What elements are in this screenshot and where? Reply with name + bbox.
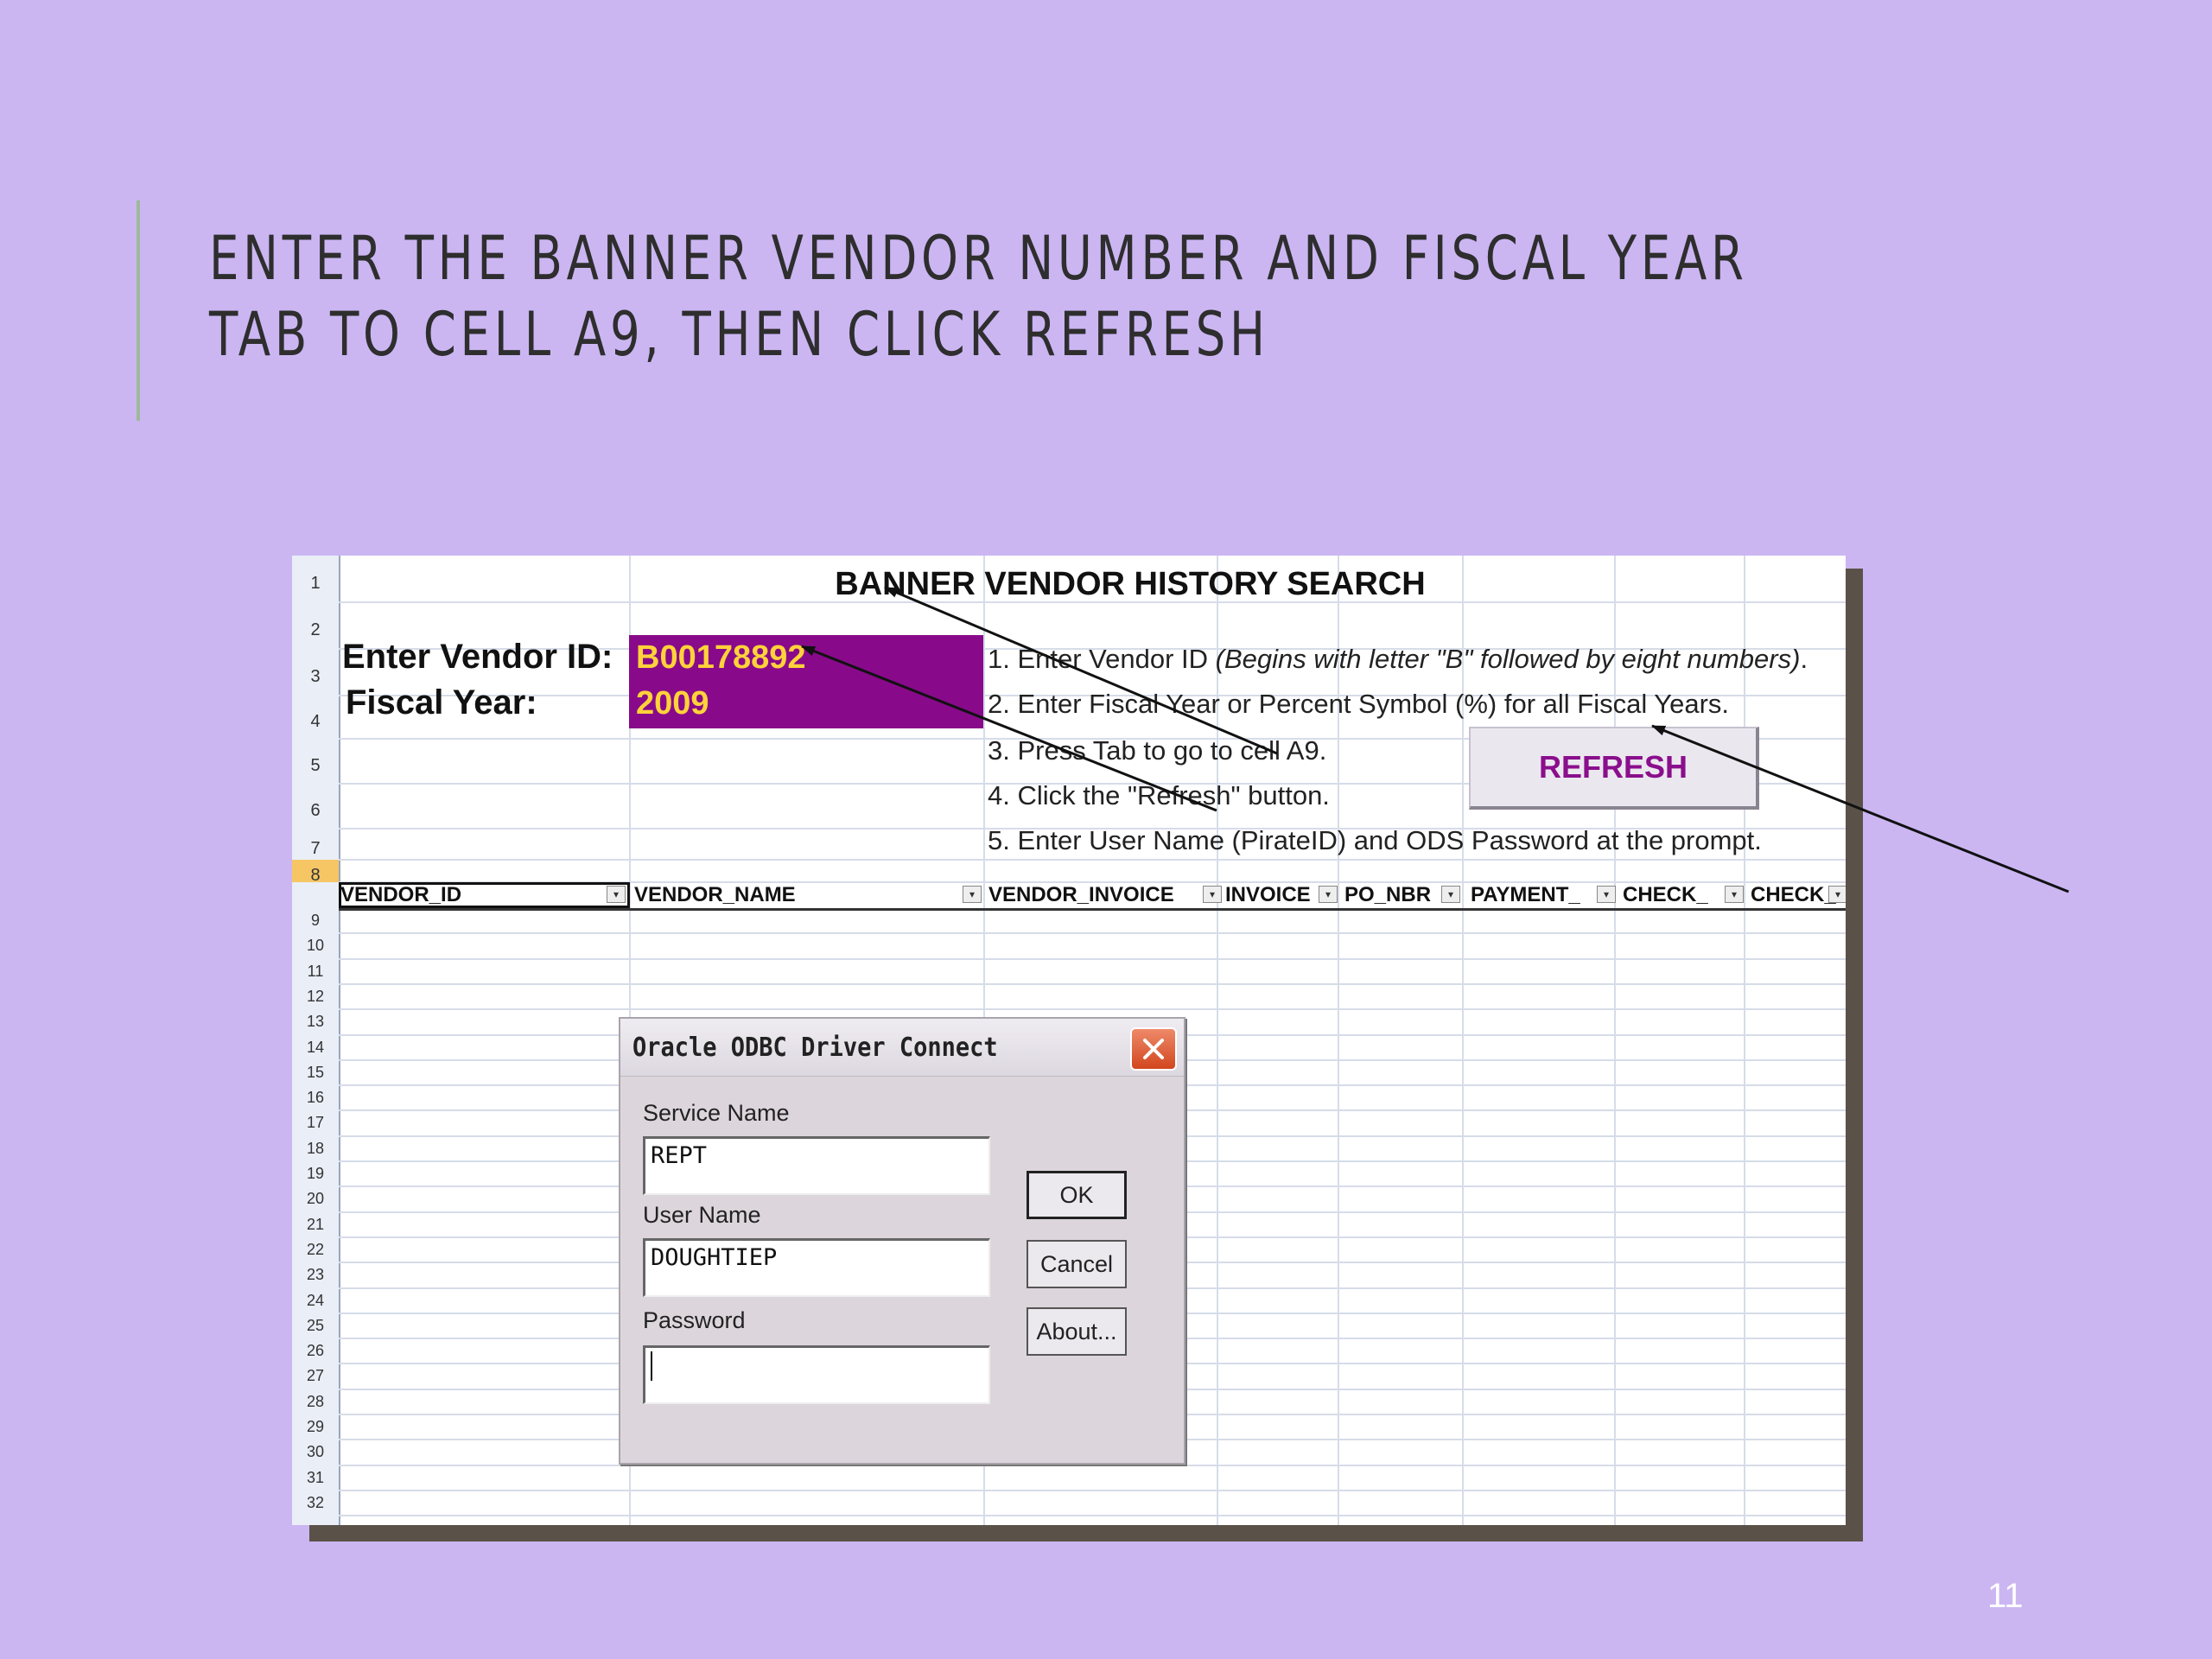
instruction-1-text: 1. Enter Vendor ID bbox=[988, 644, 1209, 674]
close-icon bbox=[1143, 1039, 1164, 1059]
column-header-vendor-name[interactable]: VENDOR_NAME bbox=[634, 882, 945, 908]
slide-title-line-1: Enter the Banner vendor number and fisca… bbox=[209, 223, 1748, 294]
filter-dropdown-vendor-name[interactable]: ▾ bbox=[963, 886, 982, 903]
service-name-label: Service Name bbox=[643, 1100, 790, 1126]
row-header[interactable]: 17 bbox=[292, 1110, 339, 1135]
row-header[interactable]: 25 bbox=[292, 1313, 339, 1338]
grid-row-line bbox=[339, 932, 1846, 935]
row-header[interactable]: 10 bbox=[292, 933, 339, 958]
row-header[interactable]: 23 bbox=[292, 1262, 339, 1287]
about-button[interactable]: About... bbox=[1027, 1307, 1127, 1356]
selected-cell-outline bbox=[339, 882, 630, 908]
text-caret bbox=[651, 1351, 652, 1381]
row-header[interactable]: 28 bbox=[292, 1389, 339, 1414]
filter-dropdown-payment[interactable]: ▾ bbox=[1597, 886, 1616, 903]
row-header[interactable]: 16 bbox=[292, 1085, 339, 1110]
row-header[interactable]: 8 bbox=[292, 860, 339, 885]
row-header[interactable]: 15 bbox=[292, 1060, 339, 1085]
row-header[interactable]: 11 bbox=[292, 959, 339, 984]
row-header[interactable]: 21 bbox=[292, 1212, 339, 1237]
row-header[interactable]: 2 bbox=[292, 602, 339, 649]
grid-row-line bbox=[339, 1008, 1846, 1011]
fiscal-year-label: Fiscal Year: bbox=[346, 683, 537, 721]
filter-dropdown-check-2[interactable]: ▾ bbox=[1828, 886, 1846, 903]
password-label: Password bbox=[643, 1307, 746, 1333]
row-header[interactable]: 9 bbox=[292, 908, 339, 933]
instruction-1-note: (Begins with letter "B" followed by eigh… bbox=[1215, 644, 1801, 674]
row-header[interactable]: 7 bbox=[292, 829, 339, 860]
slide-number: 11 bbox=[1987, 1577, 2024, 1615]
row-header[interactable]: 26 bbox=[292, 1338, 339, 1363]
grid-column-line bbox=[1744, 556, 1745, 1525]
row-header[interactable]: 4 bbox=[292, 696, 339, 739]
cancel-button[interactable]: Cancel bbox=[1027, 1240, 1127, 1288]
row-header[interactable]: 31 bbox=[292, 1465, 339, 1491]
row-header-column: 1 2 3 4 5 6 7 8 9 10 11 12 13 14 15 16 17 18 19 20 21 22 23 24 2… bbox=[292, 556, 340, 1525]
grid-row-line bbox=[339, 982, 1846, 985]
row-header[interactable]: 13 bbox=[292, 1009, 339, 1034]
refresh-button[interactable]: REFRESH bbox=[1469, 727, 1759, 810]
vendor-id-label: Enter Vendor ID: bbox=[342, 638, 613, 676]
row-header[interactable]: 20 bbox=[292, 1186, 339, 1211]
row-header[interactable]: 22 bbox=[292, 1237, 339, 1262]
column-header-vendor-invoice[interactable]: VENDOR_INVOICE bbox=[988, 882, 1203, 908]
filter-dropdown-check-1[interactable]: ▾ bbox=[1725, 886, 1744, 903]
dialog-title: Oracle ODBC Driver Connect bbox=[632, 1033, 998, 1063]
filter-dropdown-po-nbr[interactable]: ▾ bbox=[1441, 886, 1460, 903]
column-header-check-1[interactable]: CHECK_ bbox=[1623, 882, 1709, 908]
column-header-po-nbr[interactable]: PO_NBR bbox=[1344, 882, 1440, 908]
row-header[interactable]: 32 bbox=[292, 1491, 339, 1516]
service-name-field[interactable]: REPT bbox=[643, 1136, 990, 1195]
ok-button[interactable]: OK bbox=[1027, 1171, 1127, 1219]
instruction-1: 1. Enter Vendor ID (Begins with letter "… bbox=[988, 644, 1808, 674]
grid-row-line bbox=[339, 1489, 1846, 1491]
password-field[interactable] bbox=[643, 1345, 990, 1404]
grid-row-line bbox=[339, 957, 1846, 960]
odbc-connect-dialog: Oracle ODBC Driver Connect Service Name … bbox=[619, 1017, 1185, 1465]
user-name-label: User Name bbox=[643, 1202, 761, 1228]
user-name-field[interactable]: DOUGHTIEP bbox=[643, 1238, 990, 1297]
row-header[interactable]: 14 bbox=[292, 1035, 339, 1060]
instruction-5: 5. Enter User Name (PirateID) and ODS Pa… bbox=[988, 825, 1762, 855]
row-header[interactable]: 29 bbox=[292, 1414, 339, 1440]
row-header[interactable]: 1 bbox=[292, 556, 339, 602]
row-header[interactable]: 30 bbox=[292, 1440, 339, 1465]
row-header[interactable]: 19 bbox=[292, 1161, 339, 1186]
column-header-payment[interactable]: PAYMENT_ bbox=[1471, 882, 1599, 908]
row-header[interactable]: 5 bbox=[292, 739, 339, 784]
column-header-invoice[interactable]: INVOICE bbox=[1225, 882, 1317, 908]
vendor-id-value: B00178892 bbox=[636, 639, 806, 676]
dialog-titlebar[interactable]: Oracle ODBC Driver Connect bbox=[620, 1019, 1184, 1077]
instruction-2: 2. Enter Fiscal Year or Percent Symbol (… bbox=[988, 689, 1730, 719]
column-header-check-2[interactable]: CHECK_ bbox=[1751, 882, 1837, 908]
fiscal-year-value: 2009 bbox=[636, 685, 709, 721]
filter-dropdown-invoice[interactable]: ▾ bbox=[1319, 886, 1338, 903]
row-header[interactable]: 27 bbox=[292, 1363, 339, 1389]
row-header[interactable]: 18 bbox=[292, 1136, 339, 1161]
spreadsheet-screenshot: 1 2 3 4 5 6 7 8 9 10 11 12 13 14 15 16 17 18 19 20 21 22 23 24 2… bbox=[292, 556, 1846, 1525]
sheet-title: BANNER VENDOR HISTORY SEARCH bbox=[835, 566, 1426, 602]
close-button[interactable] bbox=[1130, 1027, 1177, 1071]
filter-dropdown-vendor-invoice[interactable]: ▾ bbox=[1203, 886, 1222, 903]
instruction-4: 4. Click the "Refresh" button. bbox=[988, 780, 1330, 810]
slide-title-line-2: Tab to cell A9, then click refresh bbox=[209, 299, 1269, 370]
row-header[interactable]: 24 bbox=[292, 1288, 339, 1313]
row-header[interactable]: 3 bbox=[292, 649, 339, 696]
grid-row-line bbox=[339, 1515, 1846, 1517]
slide-title: Enter the Banner vendor number and fisca… bbox=[209, 220, 1748, 372]
grid-row-line bbox=[339, 859, 1846, 861]
instruction-3: 3. Press Tab to go to cell A9. bbox=[988, 735, 1327, 766]
row-header[interactable]: 12 bbox=[292, 984, 339, 1009]
row-header[interactable]: 6 bbox=[292, 784, 339, 829]
title-accent-bar bbox=[137, 200, 140, 421]
